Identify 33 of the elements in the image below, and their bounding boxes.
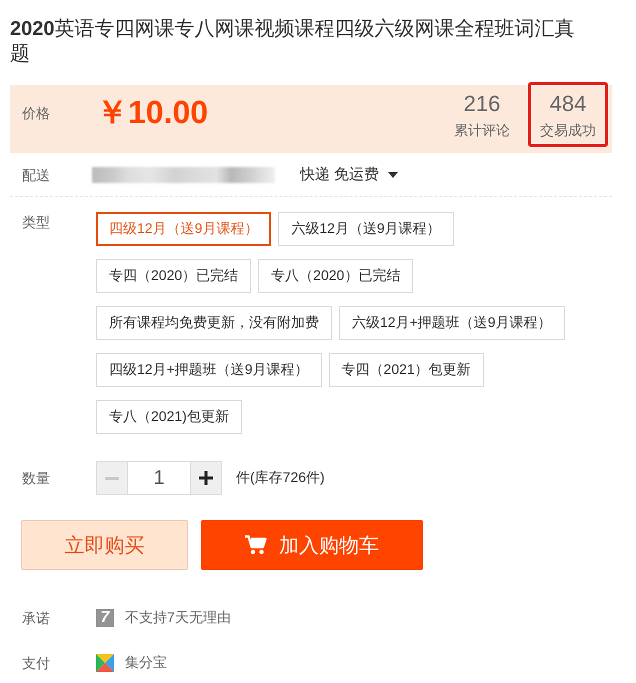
stat-label: 交易成功 — [540, 121, 596, 140]
seven-day-badge: 7 — [96, 609, 114, 627]
option-chip[interactable]: 专八（2021)包更新 — [96, 400, 242, 434]
option-chip[interactable]: 专八（2020）已完结 — [258, 259, 414, 293]
cart-icon — [245, 535, 267, 555]
caret-down-icon — [388, 172, 398, 178]
payment-logo-icon — [96, 654, 114, 672]
increase-button[interactable] — [190, 461, 222, 495]
type-label: 类型 — [22, 213, 51, 232]
option-chip[interactable]: 专四（2021）包更新 — [328, 353, 484, 387]
promise-text: 不支持7天无理由 — [125, 609, 231, 627]
price-label: 价格 — [22, 104, 51, 123]
stat-value: 216 — [464, 91, 500, 117]
payment-label: 支付 — [22, 654, 51, 673]
quantity-label: 数量 — [22, 469, 51, 488]
promise-label: 承诺 — [22, 609, 51, 628]
option-chip[interactable]: 所有课程均免费更新，没有附加费 — [96, 306, 332, 340]
quantity-field[interactable]: 1 — [128, 461, 190, 495]
minus-icon — [105, 476, 119, 480]
stat-label: 累计评论 — [454, 121, 510, 140]
product-title: 2020英语专四网课专八网课视频课程四级六级网课全程班词汇真题 — [10, 17, 576, 67]
payment-text: 集分宝 — [125, 654, 167, 672]
plus-icon — [199, 471, 213, 485]
option-chip[interactable]: 专四（2020）已完结 — [96, 259, 252, 293]
delivery-label: 配送 — [22, 166, 51, 184]
stat-value: 484 — [550, 91, 586, 117]
stock-text: 件(库存726件) — [236, 469, 325, 487]
option-chip[interactable]: 四级12月+押题班（送9月课程） — [96, 353, 322, 387]
shipping-dropdown[interactable]: 快递 免运费 — [300, 164, 398, 184]
option-chip[interactable]: 六级12月（送9月课程） — [278, 212, 454, 246]
price-value: ￥10.00 — [96, 93, 208, 132]
option-chip[interactable]: 六级12月+押题班（送9月课程） — [339, 306, 565, 340]
option-chip[interactable]: 四级12月（送9月课程） — [96, 212, 272, 246]
